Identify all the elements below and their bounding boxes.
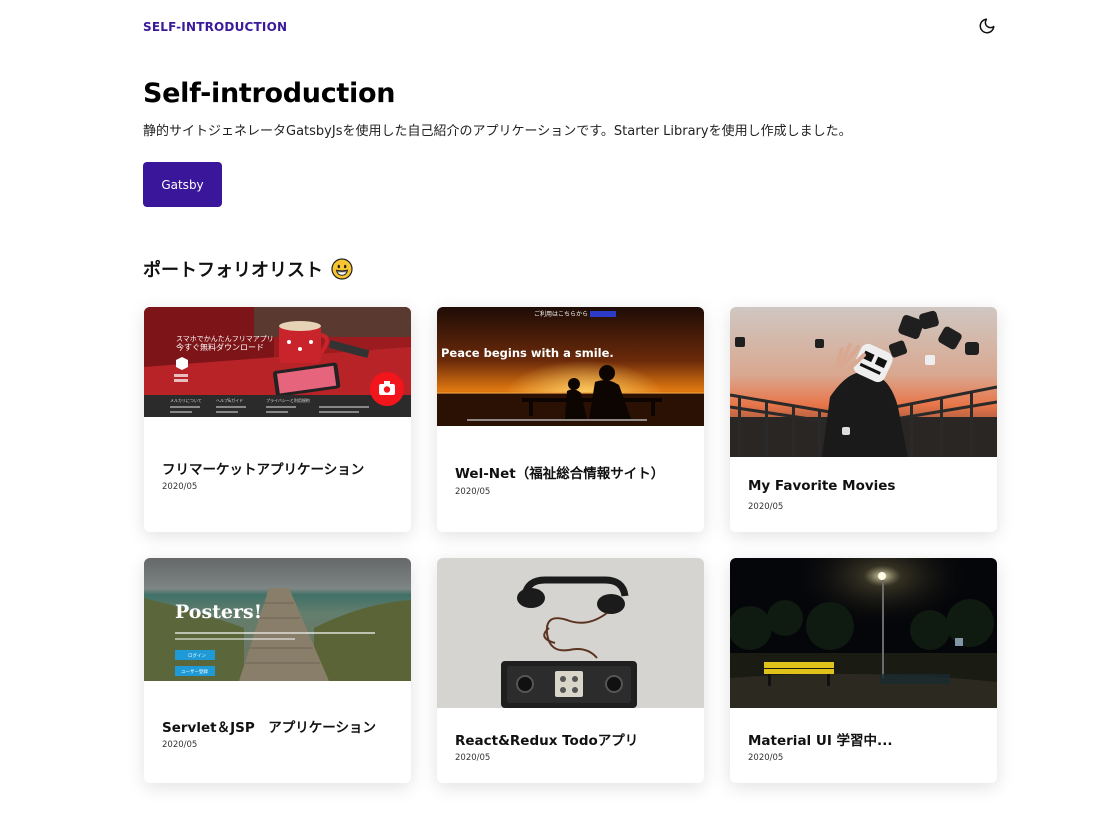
page-description: 静的サイトジェネレータGatsbyJsを使用した自己紹介のアプリケーションです。… (143, 124, 852, 139)
portfolio-card[interactable]: React&Redux Todoアプリ 2020/05 (437, 558, 704, 783)
portfolio-card[interactable]: ご利用はこちらから Peace begins with a smile. Wel… (437, 307, 704, 532)
grinning-face-emoji-icon (331, 258, 353, 280)
card-image-text: スマホでかんたんフリマアプリ (176, 335, 274, 343)
card-date: 2020/05 (455, 753, 491, 763)
card-image-text: ユーザー登録 (181, 668, 208, 675)
card-date: 2020/05 (162, 482, 198, 492)
card-title: Servlet＆JSP アプリケーション (162, 720, 376, 736)
portfolio-card[interactable]: Material UI 学習中... 2020/05 (730, 558, 997, 783)
theme-toggle-button[interactable] (975, 14, 999, 38)
moon-icon (979, 18, 995, 34)
card-image-text: プライバシーと利用規約 (266, 397, 310, 403)
card-date: 2020/05 (748, 502, 784, 512)
portfolio-card[interactable]: スマホでかんたんフリマアプリ 今すぐ無料ダウンロード メルカリについて ヘルプ&… (144, 307, 411, 532)
card-image-text: メルカリについて (170, 398, 202, 403)
card-image-text: ヘルプ&ガイド (216, 397, 243, 403)
card-image-text: 今すぐ無料ダウンロード (176, 342, 264, 352)
card-date: 2020/05 (748, 753, 784, 763)
card-date: 2020/05 (162, 740, 198, 750)
card-thumbnail: ご利用はこちらから Peace begins with a smile. (437, 307, 704, 426)
card-title: Material UI 学習中... (748, 733, 893, 749)
top-bar: SELF-INTRODUCTION (0, 0, 1105, 56)
portfolio-heading-text: ポートフォリオリスト (143, 260, 323, 281)
card-thumbnail (437, 558, 704, 708)
portfolio-heading: ポートフォリオリスト (143, 256, 353, 282)
camera-icon (370, 372, 404, 406)
portfolio-card[interactable]: My Favorite Movies 2020/05 (730, 307, 997, 532)
portfolio-card[interactable]: Posters! ログイン ユーザー登録 Servlet＆JSP アプリケーショ… (144, 558, 411, 783)
card-image-text: Peace begins with a smile. (441, 346, 614, 360)
card-title: フリマーケットアプリケーション (162, 462, 365, 478)
card-image-text: ご利用はこちらから (534, 310, 588, 318)
card-thumbnail: スマホでかんたんフリマアプリ 今すぐ無料ダウンロード メルカリについて ヘルプ&… (144, 307, 411, 417)
card-title: Wel-Net（福祉総合情報サイト） (455, 466, 665, 482)
gatsby-button[interactable]: Gatsby (143, 162, 222, 207)
card-thumbnail (730, 558, 997, 708)
card-date: 2020/05 (455, 487, 491, 497)
site-brand-link[interactable]: SELF-INTRODUCTION (143, 20, 287, 34)
mug-decoration (279, 321, 329, 363)
page-title: Self-introduction (143, 78, 396, 109)
card-title: React&Redux Todoアプリ (455, 733, 639, 749)
card-thumbnail: Posters! ログイン ユーザー登録 (144, 558, 411, 681)
card-thumbnail (730, 307, 997, 457)
card-image-text: Posters! (175, 601, 262, 623)
card-title: My Favorite Movies (748, 478, 896, 494)
card-image-text: ログイン (188, 652, 206, 659)
